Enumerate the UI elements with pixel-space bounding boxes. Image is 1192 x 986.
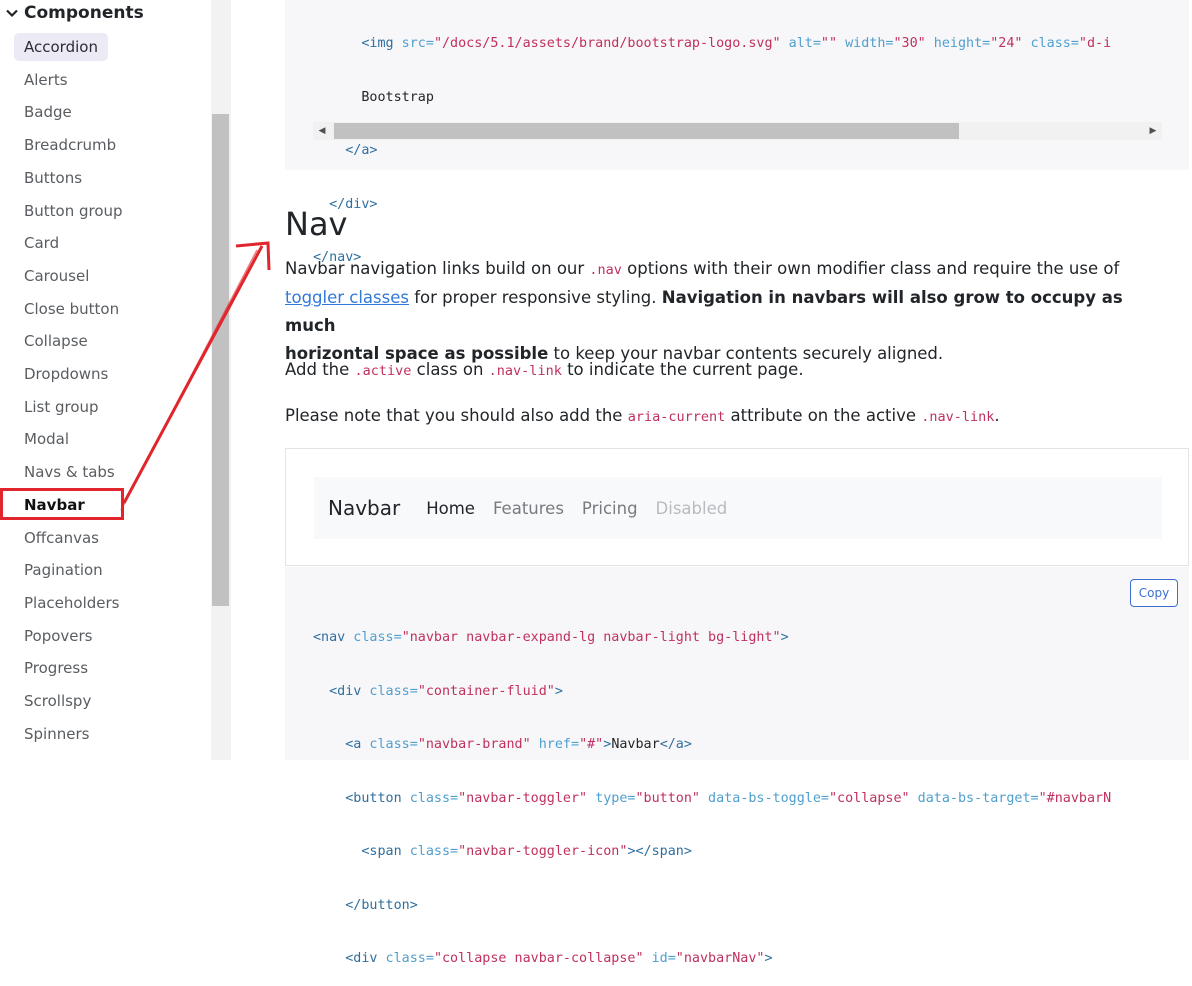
navbar-example-preview: Navbar Home Features Pricing Disabled <box>285 448 1189 566</box>
sidebar-scrollbar-thumb[interactable] <box>212 114 229 606</box>
triangle-right-icon[interactable]: ▶ <box>1144 122 1162 140</box>
aria-current-note: Please note that you should also add the… <box>285 406 1000 425</box>
sidebar-item-spinners[interactable]: Spinners <box>14 720 99 748</box>
chevron-down-icon <box>0 0 24 26</box>
nav-description: Navbar navigation links build on our .na… <box>285 259 1123 363</box>
nav-link-disabled: Disabled <box>655 498 728 518</box>
sidebar-item-progress[interactable]: Progress <box>14 654 98 682</box>
copy-button[interactable]: Copy <box>1130 579 1178 607</box>
sidebar-item-collapse[interactable]: Collapse <box>14 327 98 355</box>
sidebar-item-alerts[interactable]: Alerts <box>14 66 78 94</box>
sidebar-item-card[interactable]: Card <box>14 229 69 257</box>
sidebar-item-modal[interactable]: Modal <box>14 425 79 453</box>
example-navbar: Navbar Home Features Pricing Disabled <box>314 477 1162 539</box>
sidebar-item-carousel[interactable]: Carousel <box>14 262 99 290</box>
sidebar-section-components[interactable]: Components <box>0 0 144 26</box>
sidebar-item-offcanvas[interactable]: Offcanvas <box>14 524 109 552</box>
nav-link-home[interactable]: Home <box>426 499 475 518</box>
sidebar-item-buttons[interactable]: Buttons <box>14 164 92 192</box>
sidebar-item-breadcrumb[interactable]: Breadcrumb <box>14 131 126 159</box>
active-class-note: Add the .active class on .nav-link to in… <box>285 360 804 379</box>
nav-link-features[interactable]: Features <box>493 499 564 518</box>
sidebar-item-popovers[interactable]: Popovers <box>14 622 102 650</box>
sidebar-item-navs-tabs[interactable]: Navs & tabs <box>14 458 125 486</box>
code-snippet-bottom: <nav class="navbar navbar-expand-lg navb… <box>313 630 1112 966</box>
sidebar-item-accordion[interactable]: Accordion <box>14 33 108 61</box>
code-snippet-top: <img src="/docs/5.1/assets/brand/bootstr… <box>313 36 1112 265</box>
navbar-brand[interactable]: Navbar <box>328 496 400 520</box>
sidebar-item-placeholders[interactable]: Placeholders <box>14 589 129 617</box>
annotation-highlight-box <box>0 488 124 520</box>
code-scrollbar-thumb[interactable] <box>334 123 959 139</box>
sidebar-item-badge[interactable]: Badge <box>14 98 82 126</box>
sidebar: Components Accordion Alerts Badge Breadcrum… <box>0 0 211 760</box>
toggler-classes-link[interactable]: toggler classes <box>285 288 409 307</box>
sidebar-item-list-group[interactable]: List group <box>14 393 109 421</box>
sidebar-item-close-button[interactable]: Close button <box>14 295 129 323</box>
sidebar-heading: Components <box>24 3 144 23</box>
triangle-left-icon[interactable]: ◀ <box>313 122 331 140</box>
sidebar-item-pagination[interactable]: Pagination <box>14 556 113 584</box>
sidebar-item-dropdowns[interactable]: Dropdowns <box>14 360 118 388</box>
code-horizontal-scrollbar[interactable]: ◀ ▶ <box>313 122 1162 140</box>
nav-link-pricing[interactable]: Pricing <box>582 499 638 518</box>
sidebar-item-button-group[interactable]: Button group <box>14 197 133 225</box>
sidebar-item-scrollspy[interactable]: Scrollspy <box>14 687 101 715</box>
section-heading-nav: Nav <box>285 205 348 243</box>
